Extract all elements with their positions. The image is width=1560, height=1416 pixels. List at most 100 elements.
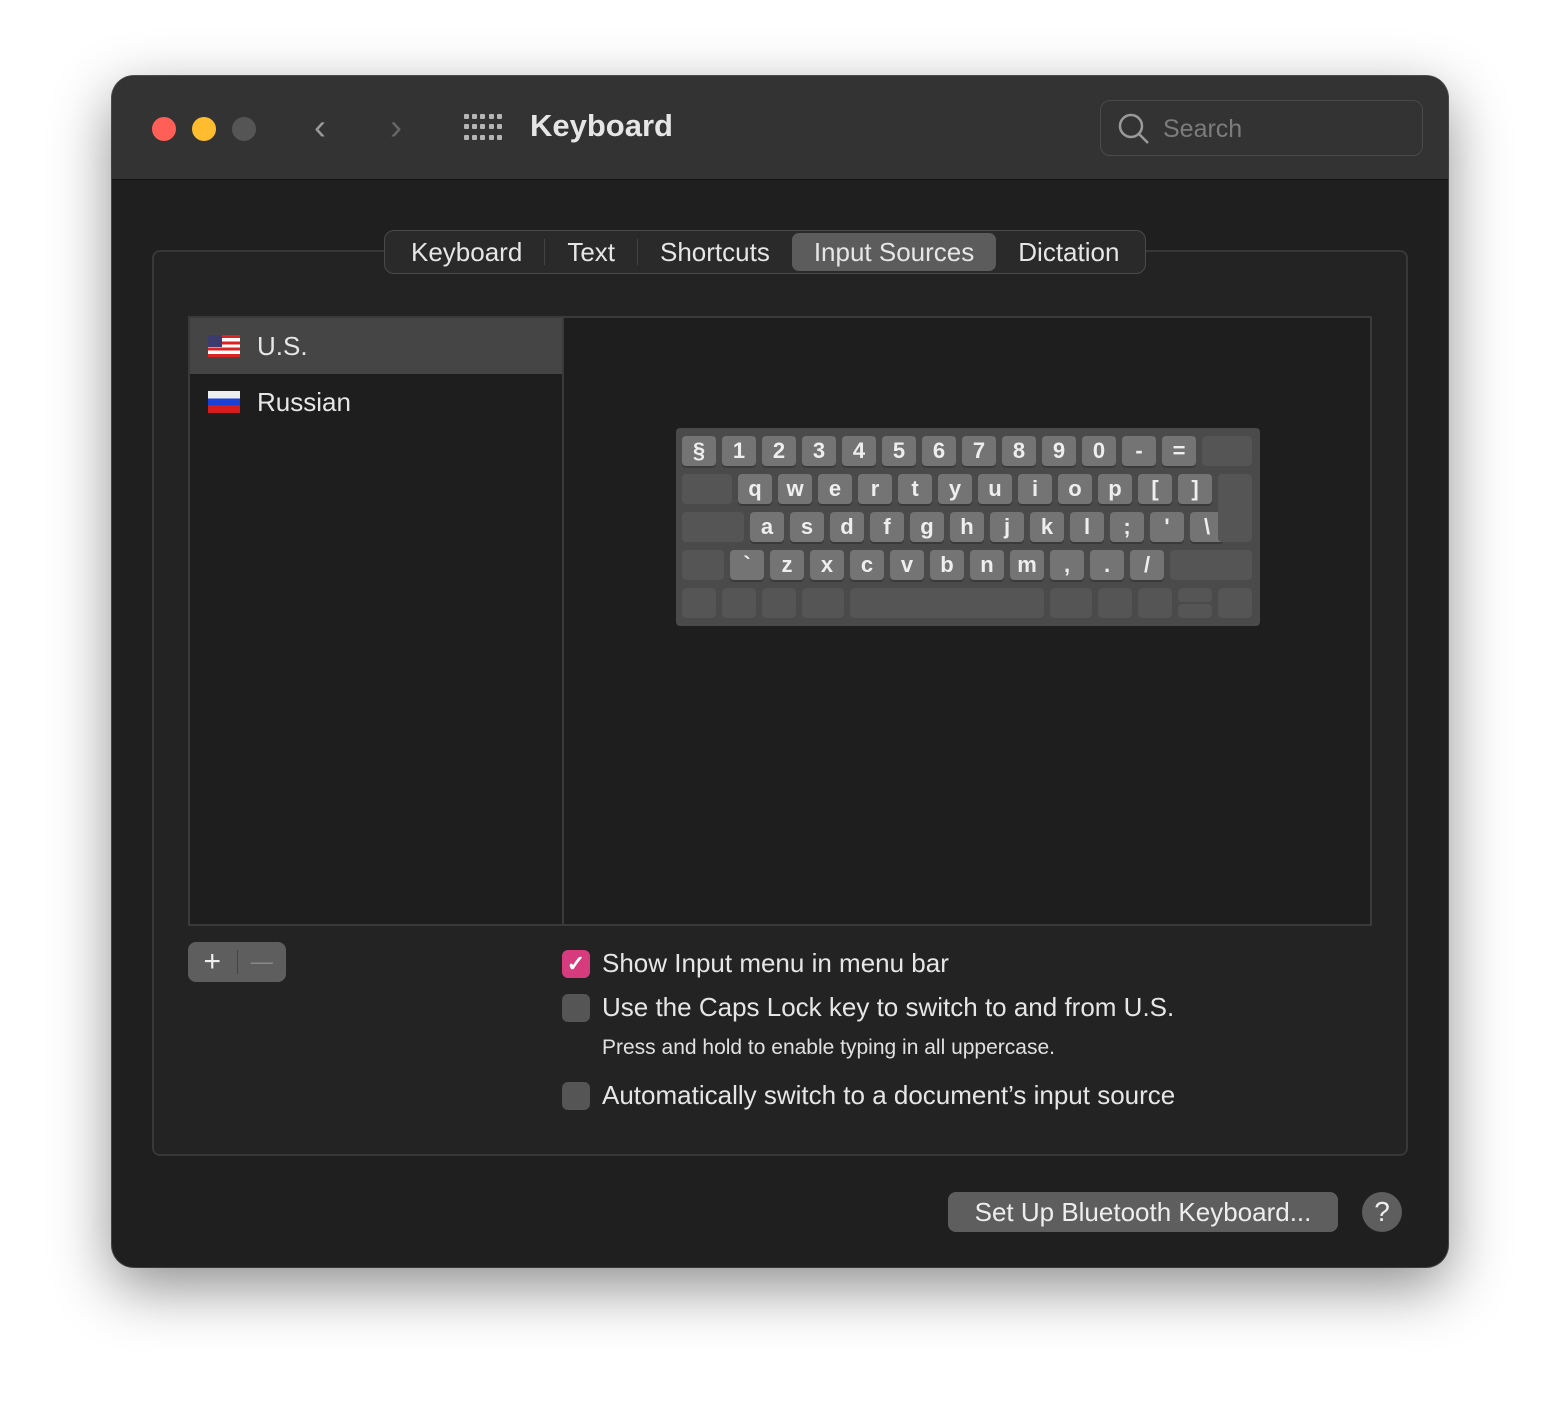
key: 6 — [922, 436, 956, 466]
key: d — [830, 512, 864, 542]
blank-key — [722, 588, 756, 618]
blank-key — [682, 550, 724, 580]
key: z — [770, 550, 804, 580]
key: a — [750, 512, 784, 542]
input-sources-list[interactable]: U.S. Russian — [188, 316, 564, 926]
key: 1 — [722, 436, 756, 466]
blank-key — [1098, 588, 1132, 618]
key: b — [930, 550, 964, 580]
key: h — [950, 512, 984, 542]
zoom-button — [232, 117, 256, 141]
blank-key — [1138, 588, 1172, 618]
blank-key — [682, 588, 716, 618]
close-button[interactable] — [152, 117, 176, 141]
key: x — [810, 550, 844, 580]
checkbox-label: Automatically switch to a document’s inp… — [602, 1080, 1176, 1110]
caps-lock-hint: Press and hold to enable typing in all u… — [602, 1036, 1055, 1059]
remove-source-button[interactable]: — — [238, 942, 287, 982]
blank-key — [850, 588, 1044, 618]
key: n — [970, 550, 1004, 580]
tab-bar: Keyboard Text Shortcuts Input Sources Di… — [384, 230, 1147, 274]
auto-switch-checkbox[interactable]: Automatically switch to a document’s inp… — [562, 1080, 1175, 1111]
blank-key — [1178, 588, 1212, 602]
key: 7 — [962, 436, 996, 466]
blank-key — [1050, 588, 1092, 618]
russia-flag-icon — [208, 391, 240, 413]
key: ; — [1110, 512, 1144, 542]
blank-key — [1218, 474, 1252, 542]
key: 4 — [842, 436, 876, 466]
add-remove-buttons: + — — [188, 942, 286, 982]
show-input-menu-checkbox[interactable]: ✓ Show Input menu in menu bar — [562, 948, 949, 979]
key: p — [1098, 474, 1132, 504]
key: - — [1122, 436, 1156, 466]
setup-bluetooth-keyboard-button[interactable]: Set Up Bluetooth Keyboard... — [948, 1192, 1338, 1232]
key: ] — [1178, 474, 1212, 504]
tab-text[interactable]: Text — [545, 233, 637, 271]
key: o — [1058, 474, 1092, 504]
key: ' — [1150, 512, 1184, 542]
list-item-russian[interactable]: Russian — [190, 374, 562, 430]
key: l — [1070, 512, 1104, 542]
list-item-us[interactable]: U.S. — [190, 318, 562, 374]
key: s — [790, 512, 824, 542]
key: § — [682, 436, 716, 466]
blank-key — [682, 474, 732, 504]
blank-key — [1218, 588, 1252, 618]
checkbox-label: Use the Caps Lock key to switch to and f… — [602, 992, 1175, 1022]
tab-input-sources[interactable]: Input Sources — [791, 233, 997, 271]
tab-dictation[interactable]: Dictation — [996, 233, 1141, 271]
checkbox-box — [562, 1081, 590, 1110]
key: 5 — [882, 436, 916, 466]
back-icon[interactable]: ‹ — [314, 106, 326, 148]
key: 8 — [1002, 436, 1036, 466]
key: j — [990, 512, 1024, 542]
key: f — [870, 512, 904, 542]
key: , — [1050, 550, 1084, 580]
tab-keyboard[interactable]: Keyboard — [389, 233, 544, 271]
keyboard-layout-preview: § 1 2 3 4 5 6 7 8 9 0- = q w e r t y u i o p[] a s d f g h j k l; ' \ ` z x… — [676, 428, 1260, 626]
blank-key — [762, 588, 796, 618]
key: u — [978, 474, 1012, 504]
key: [ — [1138, 474, 1172, 504]
source-label: U.S. — [257, 330, 308, 361]
caps-lock-switch-checkbox[interactable]: Use the Caps Lock key to switch to and f… — [562, 992, 1174, 1023]
title-bar: ‹ › Keyboard Search — [112, 76, 1448, 180]
key: w — [778, 474, 812, 504]
key: / — [1130, 550, 1164, 580]
key: 9 — [1042, 436, 1076, 466]
key: 2 — [762, 436, 796, 466]
checkbox-label: Show Input menu in menu bar — [602, 948, 949, 978]
blank-key — [802, 588, 844, 618]
help-button[interactable]: ? — [1362, 1192, 1402, 1232]
minimize-button[interactable] — [192, 117, 216, 141]
search-placeholder: Search — [1163, 115, 1243, 143]
source-label: Russian — [257, 386, 351, 417]
blank-key — [1202, 436, 1252, 466]
key: 3 — [802, 436, 836, 466]
key: m — [1010, 550, 1044, 580]
checkmark-icon: ✓ — [562, 949, 590, 978]
key: v — [890, 550, 924, 580]
search-input[interactable]: Search — [1100, 100, 1423, 156]
key: . — [1090, 550, 1124, 580]
key: i — [1018, 474, 1052, 504]
blank-key — [1178, 604, 1212, 618]
us-flag-icon — [208, 335, 240, 357]
preferences-window: ‹ › Keyboard Search Keyboard Text Shortc… — [112, 76, 1448, 1267]
add-source-button[interactable]: + — [188, 942, 237, 982]
key: ` — [730, 550, 764, 580]
checkbox-box — [562, 993, 590, 1022]
search-icon — [1118, 113, 1149, 144]
key: k — [1030, 512, 1064, 542]
key: q — [738, 474, 772, 504]
key: e — [818, 474, 852, 504]
blank-key — [1170, 550, 1252, 580]
key: 0 — [1082, 436, 1116, 466]
key: c — [850, 550, 884, 580]
key: g — [910, 512, 944, 542]
forward-icon[interactable]: › — [390, 106, 402, 148]
tab-shortcuts[interactable]: Shortcuts — [638, 233, 792, 271]
key: = — [1162, 436, 1196, 466]
show-all-grid-icon[interactable] — [464, 114, 502, 142]
